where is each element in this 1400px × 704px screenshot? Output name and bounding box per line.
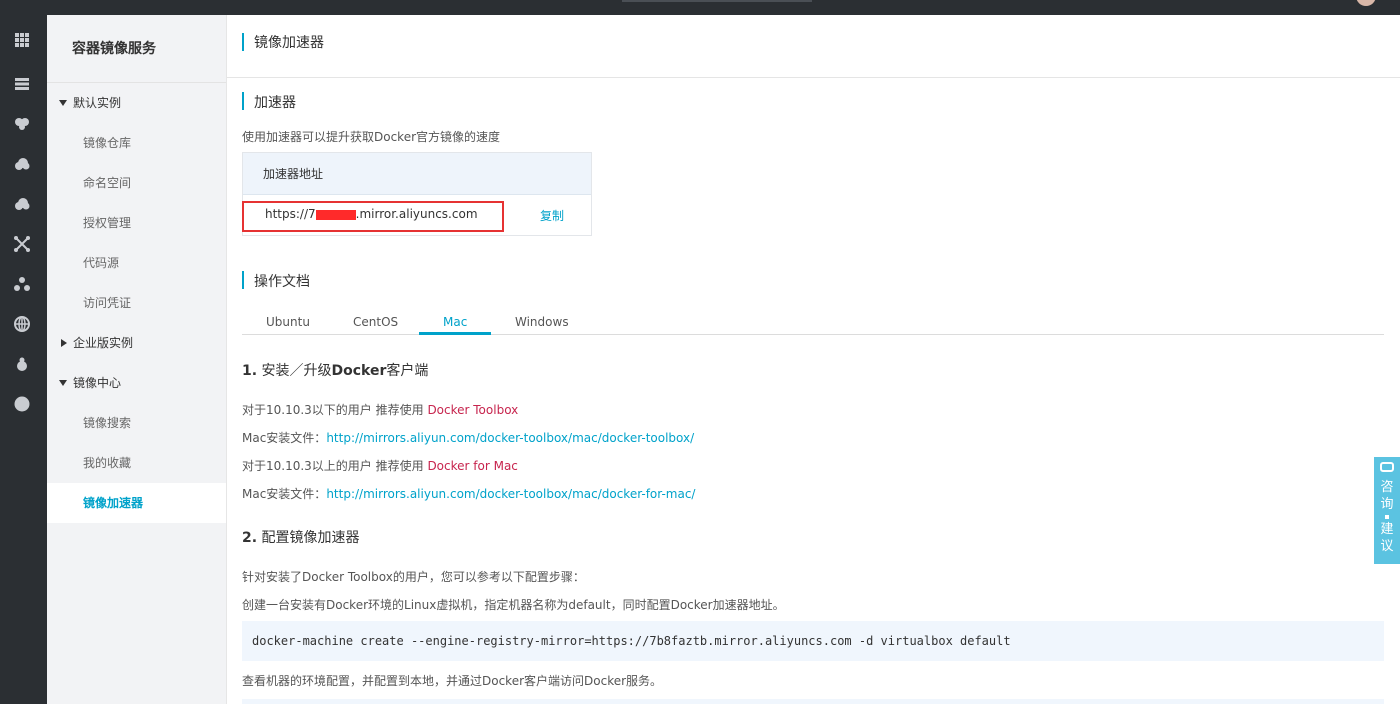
accelerator-url[interactable]: https://7 .mirror.aliyuncs.com bbox=[265, 207, 478, 221]
sidebar-item-code-source[interactable]: 代码源 bbox=[47, 243, 226, 283]
title-accent-bar bbox=[242, 33, 244, 51]
nav-group-label: 默认实例 bbox=[73, 96, 122, 110]
tab-windows[interactable]: Windows bbox=[515, 315, 569, 329]
top-bar bbox=[0, 0, 1400, 15]
copy-button[interactable]: 复制 bbox=[540, 207, 564, 224]
brain-icon[interactable] bbox=[13, 115, 31, 133]
avatar[interactable] bbox=[1356, 0, 1376, 6]
sidebar: 容器镜像服务 默认实例 镜像仓库 命名空间 授权管理 代码源 访问凭证 企业版实… bbox=[47, 15, 227, 704]
separator-dot bbox=[1385, 515, 1389, 519]
step2-title-text: 配置镜像加速器 bbox=[261, 530, 360, 546]
step2-title: 2. 配置镜像加速器 bbox=[242, 527, 360, 547]
caret-right-icon bbox=[61, 339, 67, 347]
cloud-icon[interactable] bbox=[13, 155, 31, 173]
page-title: 镜像加速器 bbox=[254, 35, 324, 51]
line-text: 对于10.10.3以下的用户 推荐使用 bbox=[242, 403, 428, 417]
feedback-button[interactable]: 咨询 建议 bbox=[1374, 457, 1400, 564]
tab-centos[interactable]: CentOS bbox=[353, 315, 398, 329]
sidebar-item-credentials[interactable]: 访问凭证 bbox=[47, 283, 226, 323]
sidebar-item-favorites[interactable]: 我的收藏 bbox=[47, 443, 226, 483]
accelerator-table: 加速器地址 https://7 .mirror.aliyuncs.com 复制 bbox=[242, 152, 592, 236]
nav-group-image-center[interactable]: 镜像中心 bbox=[47, 363, 226, 403]
bug-icon[interactable] bbox=[13, 355, 31, 373]
network-icon[interactable] bbox=[13, 235, 31, 253]
nav-group-enterprise-instance[interactable]: 企业版实例 bbox=[47, 323, 226, 363]
circle-icon[interactable] bbox=[13, 395, 31, 413]
step2-line: 针对安装了Docker Toolbox的用户，您可以参考以下配置步骤： bbox=[242, 570, 585, 584]
step2-num: 2. bbox=[242, 530, 258, 546]
nav-group-label: 镜像中心 bbox=[73, 376, 122, 390]
step2-line: 查看机器的环境配置，并配置到本地，并通过Docker客户端访问Docker服务。 bbox=[242, 674, 663, 688]
docker-for-mac-link[interactable]: Docker for Mac bbox=[427, 459, 517, 473]
cloud-upload-icon[interactable] bbox=[13, 195, 31, 213]
step1-title-b: Docker bbox=[331, 363, 387, 379]
line-text: Mac安装文件： bbox=[242, 487, 327, 501]
tab-mac[interactable]: Mac bbox=[443, 315, 467, 329]
globe-icon[interactable] bbox=[13, 315, 31, 333]
accelerator-section-title: 加速器 bbox=[254, 95, 296, 111]
os-tabs: Ubuntu CentOS Mac Windows bbox=[242, 312, 1384, 335]
sidebar-item-image-search[interactable]: 镜像搜索 bbox=[47, 403, 226, 443]
step1-title-c: 客户端 bbox=[386, 363, 429, 379]
page-header: 镜像加速器 bbox=[227, 15, 1400, 78]
tab-ubuntu[interactable]: Ubuntu bbox=[266, 315, 310, 329]
command-code-block[interactable]: docker-machine create --engine-registry-… bbox=[242, 621, 1384, 661]
server-icon[interactable] bbox=[13, 75, 31, 93]
line-text: Mac安装文件： bbox=[242, 431, 327, 445]
caret-down-icon bbox=[59, 380, 67, 386]
caret-down-icon bbox=[59, 100, 67, 106]
active-tab-underline bbox=[419, 332, 491, 335]
step1-title: 1. 安装／升级Docker客户端 bbox=[242, 360, 428, 380]
sidebar-item-namespaces[interactable]: 命名空间 bbox=[47, 163, 226, 203]
nav-group-default-instance[interactable]: 默认实例 bbox=[47, 83, 226, 123]
url-suffix: .mirror.aliyuncs.com bbox=[355, 207, 478, 221]
main-content: 镜像加速器 加速器 使用加速器可以提升获取Docker官方镜像的速度 加速器地址… bbox=[227, 15, 1400, 704]
sidebar-item-accelerator[interactable]: 镜像加速器 bbox=[47, 483, 226, 523]
step1-title-a: 安装／升级 bbox=[261, 363, 332, 379]
step1-line: 对于10.10.3以上的用户 推荐使用 Docker for Mac bbox=[242, 457, 518, 474]
sidebar-item-authorization[interactable]: 授权管理 bbox=[47, 203, 226, 243]
step1-line: Mac安装文件：http://mirrors.aliyun.com/docker… bbox=[242, 485, 695, 502]
grid-icon[interactable] bbox=[13, 31, 31, 49]
mac-download-link[interactable]: http://mirrors.aliyun.com/docker-toolbox… bbox=[326, 487, 695, 501]
sidebar-item-repositories[interactable]: 镜像仓库 bbox=[47, 123, 226, 163]
step1-line: Mac安装文件：http://mirrors.aliyun.com/docker… bbox=[242, 429, 694, 446]
url-prefix: https://7 bbox=[265, 207, 316, 221]
cluster-icon[interactable] bbox=[13, 275, 31, 293]
icon-rail bbox=[0, 15, 47, 704]
docker-toolbox-link[interactable]: Docker Toolbox bbox=[427, 403, 518, 417]
feedback-label-suggest: 建议 bbox=[1380, 522, 1394, 554]
line-text: 对于10.10.3以上的用户 推荐使用 bbox=[242, 459, 428, 473]
step2-line: 创建一台安装有Docker环境的Linux虚拟机，指定机器名称为default，… bbox=[242, 598, 785, 612]
redaction-mark bbox=[315, 209, 356, 220]
step1-line: 对于10.10.3以下的用户 推荐使用 Docker Toolbox bbox=[242, 401, 518, 418]
accelerator-description: 使用加速器可以提升获取Docker官方镜像的速度 bbox=[242, 130, 501, 144]
section-accent-bar bbox=[242, 271, 244, 289]
step1-num: 1. bbox=[242, 363, 258, 379]
top-search-field[interactable] bbox=[622, 0, 812, 2]
sidebar-title: 容器镜像服务 bbox=[47, 15, 226, 83]
accelerator-column-header: 加速器地址 bbox=[243, 153, 591, 195]
docs-section-title: 操作文档 bbox=[254, 274, 310, 290]
next-code-block bbox=[242, 699, 1384, 704]
nav-group-label: 企业版实例 bbox=[73, 336, 134, 350]
section-accent-bar bbox=[242, 92, 244, 110]
feedback-label-consult: 咨询 bbox=[1380, 480, 1394, 512]
toolbox-download-link[interactable]: http://mirrors.aliyun.com/docker-toolbox… bbox=[326, 431, 694, 445]
chat-icon bbox=[1380, 462, 1394, 472]
